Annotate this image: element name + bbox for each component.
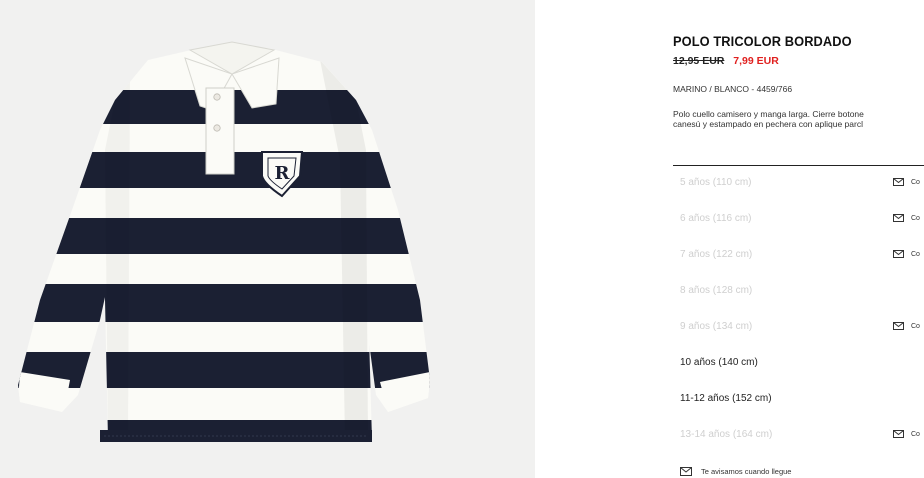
notify-label: Co bbox=[911, 322, 920, 330]
notify-button[interactable]: Co bbox=[893, 250, 920, 258]
notify-button[interactable]: Co bbox=[893, 214, 920, 222]
price-block: 12,95 EUR 7,99 EUR bbox=[673, 55, 779, 67]
notify-label: Co bbox=[911, 430, 920, 438]
size-label: 13-14 años (164 cm) bbox=[680, 429, 773, 440]
envelope-icon bbox=[893, 322, 904, 330]
size-option[interactable]: 11-12 años (152 cm) bbox=[673, 382, 924, 418]
size-option[interactable]: 5 años (110 cm) Co bbox=[673, 166, 924, 202]
sale-price: 7,99 EUR bbox=[733, 55, 779, 67]
polo-shirt-illustration: R bbox=[18, 41, 430, 442]
envelope-icon bbox=[893, 430, 904, 438]
envelope-icon bbox=[893, 178, 904, 186]
size-label: 11-12 años (152 cm) bbox=[680, 393, 772, 404]
size-label: 10 años (140 cm) bbox=[680, 357, 758, 368]
envelope-icon bbox=[893, 214, 904, 222]
envelope-icon bbox=[680, 467, 692, 476]
product-title: POLO TRICOLOR BORDADO bbox=[673, 34, 852, 49]
description-line: Polo cuello camisero y manga larga. Cier… bbox=[673, 109, 864, 119]
notify-button[interactable]: Co bbox=[893, 430, 920, 438]
notify-label: Co bbox=[911, 214, 920, 222]
product-image[interactable]: R bbox=[0, 0, 535, 478]
size-option[interactable]: 8 años (128 cm) bbox=[673, 274, 924, 310]
envelope-icon bbox=[893, 250, 904, 258]
color-reference: MARINO / BLANCO - 4459/766 bbox=[673, 84, 793, 94]
description-line: canesú y estampado en pechera con apliqu… bbox=[673, 119, 863, 129]
original-price: 12,95 EUR bbox=[673, 55, 725, 67]
size-option[interactable]: 6 años (116 cm) Co bbox=[673, 202, 924, 238]
size-label: 6 años (116 cm) bbox=[680, 213, 752, 224]
notify-label: Co bbox=[911, 178, 920, 186]
notify-label: Co bbox=[911, 250, 920, 258]
notify-me-label: Te avisamos cuando llegue bbox=[701, 467, 792, 476]
size-label: 8 años (128 cm) bbox=[680, 285, 753, 296]
notify-me-link[interactable]: Te avisamos cuando llegue bbox=[680, 467, 791, 476]
size-list: 5 años (110 cm) Co 6 años (116 cm) Co 7 años… bbox=[673, 166, 924, 454]
product-description: Polo cuello camisero y manga larga. Cier… bbox=[673, 109, 924, 129]
notify-button[interactable]: Co bbox=[893, 178, 920, 186]
product-details: POLO TRICOLOR BORDADO 12,95 EUR 7,99 EUR… bbox=[535, 0, 924, 478]
notify-button[interactable]: Co bbox=[893, 322, 920, 330]
size-option[interactable]: 9 años (134 cm) Co bbox=[673, 310, 924, 346]
size-option[interactable]: 13-14 años (164 cm) Co bbox=[673, 418, 924, 454]
size-label: 7 años (122 cm) bbox=[680, 249, 753, 260]
svg-text:R: R bbox=[275, 163, 291, 184]
size-option[interactable]: 7 años (122 cm) Co bbox=[673, 238, 924, 274]
size-option[interactable]: 10 años (140 cm) bbox=[673, 346, 924, 382]
size-label: 9 años (134 cm) bbox=[680, 321, 753, 332]
size-label: 5 años (110 cm) bbox=[680, 177, 752, 188]
